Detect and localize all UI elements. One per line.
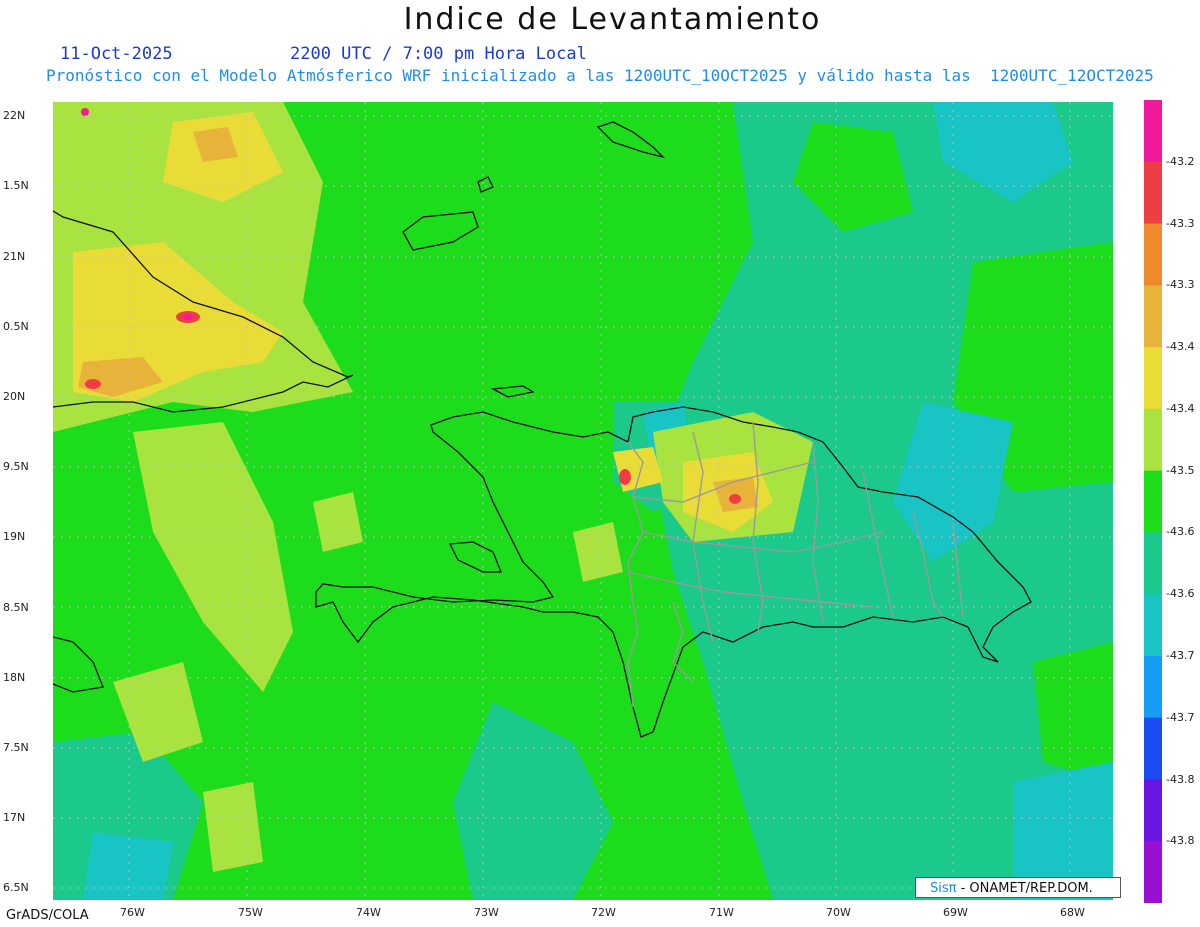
colorbar-label: -43.5 (1166, 463, 1195, 477)
lat-label: 9.5N (3, 460, 29, 473)
lat-label: 17N (3, 811, 26, 824)
colorbar-label: -43.3 (1166, 216, 1195, 230)
lon-label: 69W (943, 906, 968, 919)
lat-label: 20N (3, 390, 26, 403)
sispi-logo-mark: Sisπ (930, 881, 957, 896)
colorbar-swatch (1144, 408, 1162, 472)
colorbar-swatch (1144, 717, 1162, 780)
colorbar-swatch (1144, 779, 1162, 842)
colorbar-swatch (1144, 100, 1162, 163)
onamet-label: - ONAMET/REP.DOM. (956, 881, 1093, 896)
colorbar (1144, 100, 1162, 903)
lon-label: 72W (591, 906, 616, 919)
lat-label: 6.5N (3, 881, 29, 894)
lat-label: 8.5N (3, 601, 29, 614)
colorbar-label: -43.4 (1166, 401, 1195, 415)
colorbar-swatch (1144, 594, 1162, 657)
colorbar-label: -43.8 (1166, 834, 1195, 848)
colorbar-label: -43.2 (1166, 154, 1195, 168)
lat-label: 7.5N (3, 741, 29, 754)
colorbar-swatch (1144, 470, 1162, 533)
lon-label: 68W (1060, 906, 1085, 919)
lat-label: 22N (3, 109, 26, 122)
forecast-time: 2200 UTC / 7:00 pm Hora Local (290, 44, 587, 64)
colorbar-swatch (1144, 161, 1162, 225)
colorbar-swatch (1144, 841, 1162, 903)
colorbar-swatch (1144, 223, 1162, 286)
forecast-date: 11-Oct-2025 (60, 44, 173, 64)
lon-label: 71W (709, 906, 734, 919)
lon-label: 73W (474, 906, 499, 919)
colorbar-label: -43.6 (1166, 525, 1195, 539)
lon-label: 74W (356, 906, 381, 919)
colorbar-label: -43.8 (1166, 772, 1195, 786)
colorbar-label: -43.7 (1166, 710, 1195, 724)
colorbar-swatch (1144, 655, 1162, 719)
lat-label: 1.5N (3, 179, 29, 192)
colorbar-swatch (1144, 347, 1162, 410)
colorbar-label: -43.3 (1166, 278, 1195, 292)
colorbar-label: -43.4 (1166, 340, 1195, 354)
map-title: Indice de Levantamiento (403, 2, 822, 37)
lon-label: 70W (826, 906, 851, 919)
lifted-index-map (53, 102, 1113, 900)
lon-label: 76W (120, 906, 145, 919)
forecast-subtitle: Pronóstico con el Modelo Atmósferico WRF… (46, 66, 1154, 85)
colorbar-swatch (1144, 532, 1162, 595)
lat-label: 21N (3, 250, 26, 263)
lat-label: 0.5N (3, 320, 29, 333)
colorbar-label: -43.6 (1166, 587, 1195, 601)
lat-label: 18N (3, 671, 26, 684)
lat-label: 19N (3, 530, 26, 543)
colorbar-label: -43.7 (1166, 648, 1195, 662)
colorbar-swatch (1144, 285, 1162, 348)
grads-credit: GrADS/COLA (6, 908, 89, 923)
onamet-logo: Sisπ - ONAMET/REP.DOM. (915, 877, 1121, 898)
lon-label: 75W (238, 906, 263, 919)
